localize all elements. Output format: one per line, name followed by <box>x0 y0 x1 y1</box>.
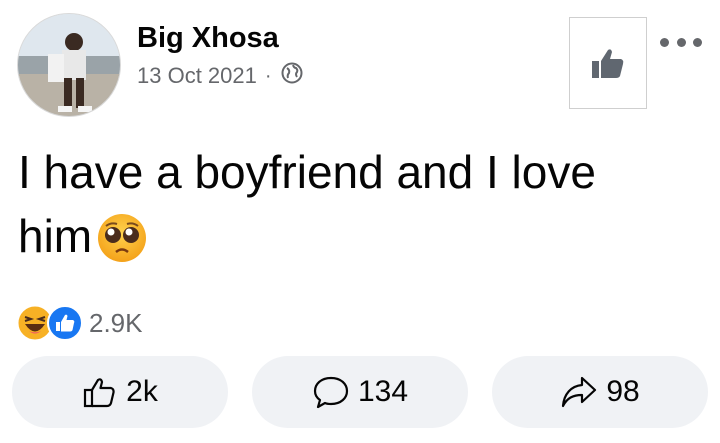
like-count: 2k <box>126 375 158 408</box>
thumbs-up-icon <box>592 49 624 78</box>
comment-button[interactable]: 134 <box>252 356 468 428</box>
like-reaction-icon <box>47 305 83 341</box>
comment-count: 134 <box>357 375 409 408</box>
pleading-face-emoji <box>96 212 148 280</box>
share-count: 98 <box>606 375 640 408</box>
comment-bubble-icon <box>313 376 349 409</box>
post-text-line-2: him <box>18 204 698 280</box>
post-text-line-1: I have a boyfriend and I love <box>18 146 596 198</box>
like-page-button[interactable] <box>569 17 647 109</box>
post-text-line-2-text: him <box>18 210 93 262</box>
post-text: I have a boyfriend and I love him <box>18 140 698 280</box>
more-options-icon[interactable] <box>660 38 702 50</box>
share-arrow-icon <box>562 376 597 408</box>
post-date[interactable]: 13 Oct 2021 <box>137 63 257 89</box>
meta-separator: · <box>264 64 272 87</box>
post-meta: 13 Oct 2021 · <box>137 62 303 90</box>
like-button[interactable]: 2k <box>12 356 228 428</box>
author-name[interactable]: Big Xhosa <box>137 22 279 55</box>
author-avatar[interactable] <box>17 13 121 117</box>
thumbs-up-outline-icon <box>84 378 115 408</box>
globe-icon <box>281 62 303 90</box>
share-button[interactable]: 98 <box>492 356 708 428</box>
reactions-summary[interactable]: 2.9K <box>17 305 143 341</box>
reaction-count: 2.9K <box>89 307 143 338</box>
